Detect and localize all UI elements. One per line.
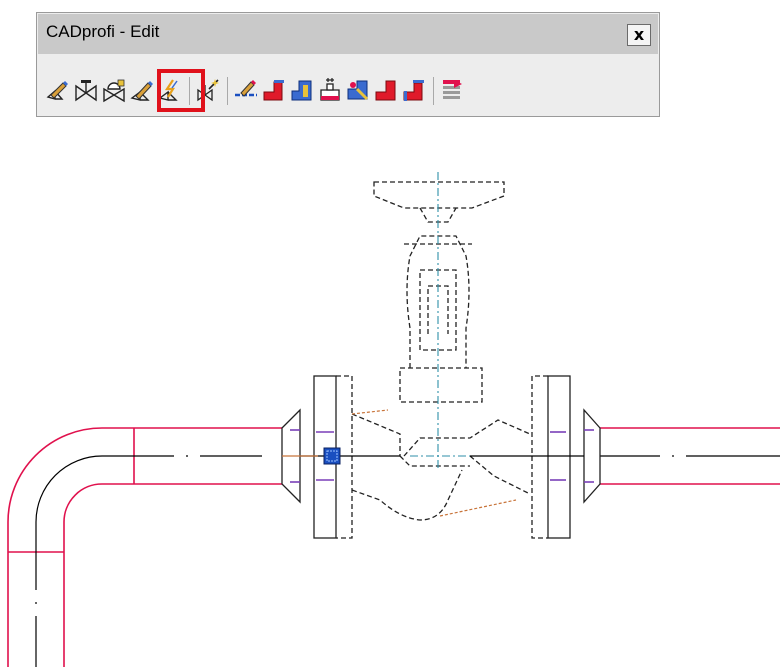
cad-drawing-canvas[interactable] <box>0 0 780 667</box>
weld-neck-right <box>583 408 601 504</box>
grip-point-icon[interactable] <box>323 447 341 465</box>
valve-body <box>351 181 531 521</box>
valve-center-axis <box>410 172 470 468</box>
flange-right <box>531 375 571 539</box>
dimension-lines <box>351 409 517 517</box>
pipe-elbow <box>7 427 282 667</box>
pipe-centerline-left <box>35 455 262 667</box>
